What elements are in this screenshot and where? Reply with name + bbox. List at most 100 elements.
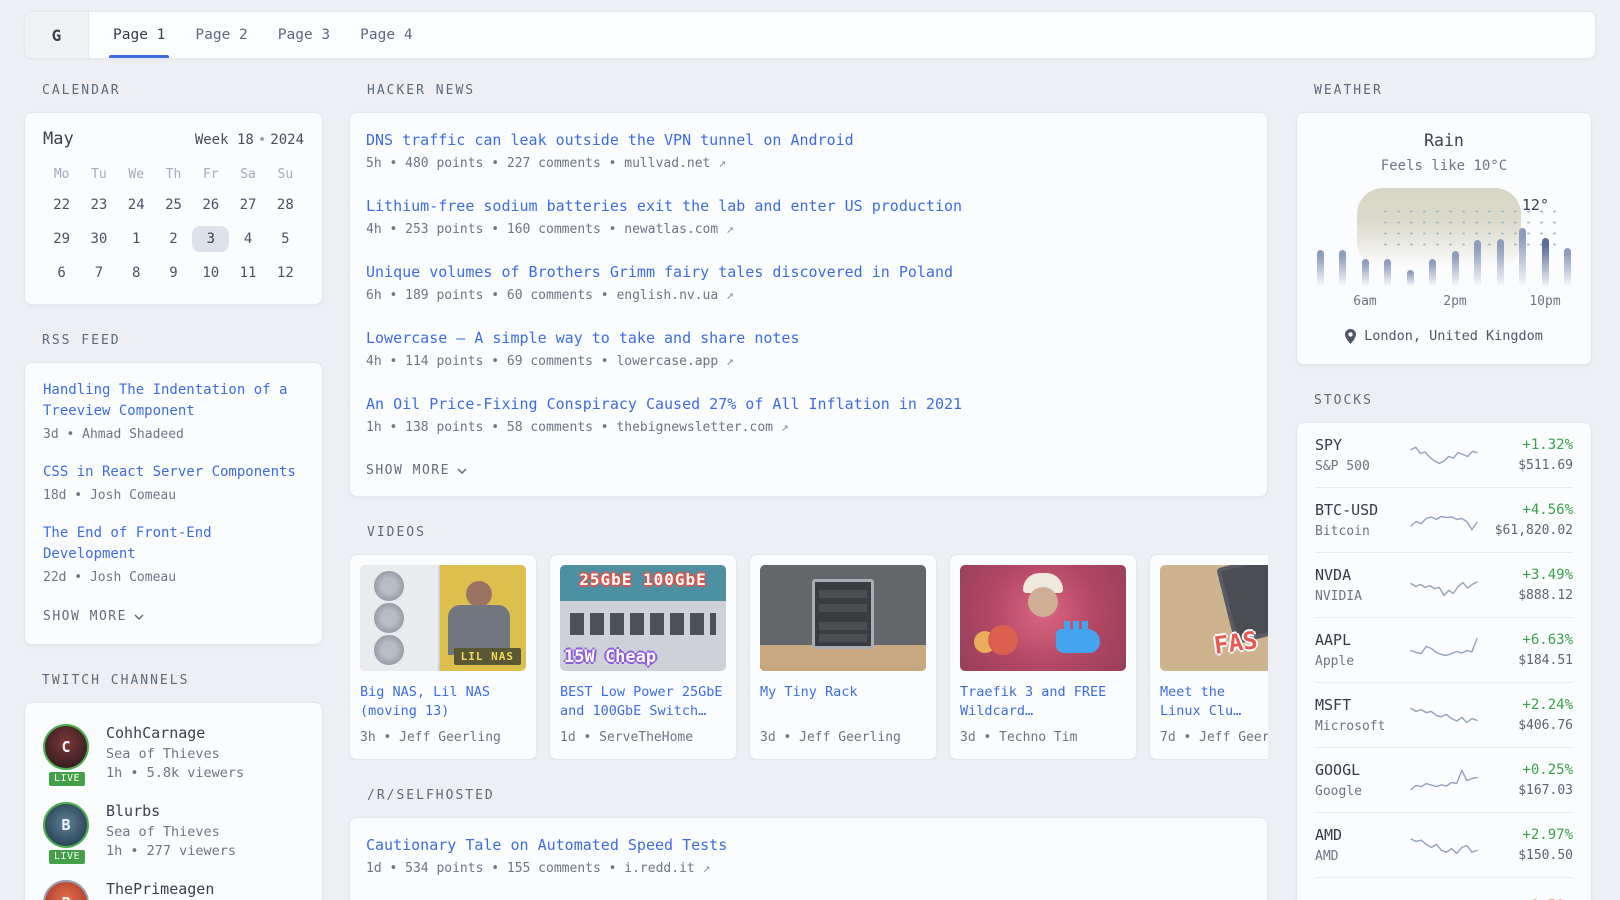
video-card[interactable]: FAS Meet the Linux Clu… 7d • Jeff Geerli… — [1149, 554, 1268, 760]
calendar-day: 26 — [192, 192, 229, 218]
video-title-link[interactable]: My Tiny Rack — [760, 683, 926, 721]
external-link-icon[interactable]: ↗ — [781, 420, 789, 435]
rss-item-meta: 18d • Josh Comeau — [43, 488, 304, 503]
docker-whale-graphic — [1056, 629, 1100, 653]
external-link-icon[interactable]: ↗ — [718, 156, 726, 171]
video-title-link[interactable]: Traefik 3 and FREE Wildcard… — [960, 683, 1126, 721]
twitch-channel-row[interactable]: C LIVE CohhCarnage Sea of Thieves 1h • 5… — [43, 724, 304, 781]
stock-name: NVIDIA — [1315, 589, 1407, 604]
tab-page-1[interactable]: Page 1 — [103, 12, 175, 58]
external-link-icon[interactable]: ↗ — [726, 222, 734, 237]
video-thumbnail[interactable]: LIL NAS — [360, 565, 526, 671]
pc-case-graphic — [360, 565, 440, 671]
channel-name[interactable]: CohhCarnage — [106, 724, 244, 742]
stock-row[interactable]: SPY S&P 500 +1.32% $511.69 — [1315, 423, 1573, 487]
hacker-news-widget: DNS traffic can leak outside the VPN tun… — [349, 112, 1268, 497]
stock-row[interactable]: MSFT Microsoft +2.24% $406.76 — [1315, 682, 1573, 747]
rss-item-link[interactable]: CSS in React Server Components — [43, 462, 304, 483]
channel-category: Sea of Thieves — [106, 746, 244, 762]
reddit-item-link[interactable]: Cautionary Tale on Automated Speed Tests — [366, 834, 1251, 856]
stock-name: AMD — [1315, 849, 1407, 864]
stock-row[interactable]: GOOGL Google +0.25% $167.03 — [1315, 747, 1573, 812]
calendar-day: 6 — [43, 260, 80, 286]
stock-change: +0.25% — [1481, 762, 1573, 778]
stock-row[interactable]: AAPL Apple +6.63% $184.51 — [1315, 617, 1573, 682]
hn-item-link[interactable]: Unique volumes of Brothers Grimm fairy t… — [366, 261, 1251, 283]
thumbnail-caption: 25GbE 100GbE — [560, 570, 726, 589]
calendar-day: 7 — [80, 260, 117, 286]
tab-page-4[interactable]: Page 4 — [350, 12, 422, 58]
right-column: WEATHER Rain Feels like 10°C 12° 6am 2pm… — [1296, 83, 1592, 900]
tab-page-3[interactable]: Page 3 — [268, 12, 340, 58]
weather-section: WEATHER Rain Feels like 10°C 12° 6am 2pm… — [1296, 83, 1592, 365]
calendar-month: May — [43, 129, 74, 149]
external-link-icon[interactable]: ↗ — [703, 861, 711, 876]
hn-item-link[interactable]: DNS traffic can leak outside the VPN tun… — [366, 129, 1251, 151]
calendar-week-year: Week 18•2024 — [195, 132, 304, 148]
tab-page-2[interactable]: Page 2 — [185, 12, 257, 58]
twitch-channel-row[interactable]: B LIVE Blurbs Sea of Thieves 1h • 277 vi… — [43, 802, 304, 859]
temperature-bar — [1317, 250, 1324, 286]
stock-price: $888.12 — [1481, 588, 1573, 603]
calendar-day: 11 — [229, 260, 266, 286]
calendar-day: 22 — [43, 192, 80, 218]
time-axis: 6am 2pm 10pm — [1317, 294, 1571, 310]
reddit-item: Cautionary Tale on Automated Speed Tests… — [366, 834, 1251, 876]
stock-change: +2.24% — [1481, 697, 1573, 713]
temperature-bar — [1362, 259, 1369, 286]
temperature-bar — [1452, 251, 1459, 286]
weekday-label: We — [118, 165, 155, 184]
stock-name: Bitcoin — [1315, 524, 1407, 539]
hn-show-more-button[interactable]: SHOW MORE — [366, 463, 467, 478]
video-title-link[interactable]: BEST Low Power 25GbE and 100GbE Switch… — [560, 683, 726, 721]
stock-price: $406.76 — [1481, 718, 1573, 733]
rss-item-link[interactable]: The End of Front-End Development — [43, 523, 304, 565]
video-card[interactable]: LIL NAS Big NAS, Lil NAS (moving 13) 3h … — [349, 554, 537, 760]
calendar-day: 28 — [267, 192, 304, 218]
channel-name[interactable]: ThePrimeagen — [106, 880, 214, 898]
channel-name[interactable]: Blurbs — [106, 802, 236, 820]
video-thumbnail[interactable]: 25GbE 100GbE 15W Cheap — [560, 565, 726, 671]
stock-row[interactable]: RDDT -1.59% — [1315, 877, 1573, 900]
hn-item-link[interactable]: Lowercase – A simple way to take and sha… — [366, 327, 1251, 349]
stock-row[interactable]: NVDA NVIDIA +3.49% $888.12 — [1315, 552, 1573, 617]
middle-column: HACKER NEWS DNS traffic can leak outside… — [349, 83, 1268, 900]
stock-sparkline — [1407, 633, 1481, 667]
rss-show-more-button[interactable]: SHOW MORE — [43, 609, 144, 624]
calendar-day: 5 — [267, 226, 304, 252]
video-title-link[interactable]: Big NAS, Lil NAS (moving 13) — [360, 683, 526, 721]
hn-item-link[interactable]: An Oil Price-Fixing Conspiracy Caused 27… — [366, 393, 1251, 415]
stock-row[interactable]: AMD AMD +2.97% $150.50 — [1315, 812, 1573, 877]
switch-ports-graphic — [570, 613, 716, 635]
external-link-icon[interactable]: ↗ — [726, 354, 734, 369]
calendar-day: 1 — [118, 226, 155, 252]
calendar-grid: Mo Tu We Th Fr Sa Su 22 23 24 25 26 27 2… — [43, 165, 304, 286]
video-card[interactable]: My Tiny Rack 3d • Jeff Geerling — [749, 554, 937, 760]
app-logo[interactable]: G — [25, 12, 89, 58]
channel-viewers: 1h • 277 viewers — [106, 843, 236, 859]
channel-category: Sea of Thieves — [106, 824, 236, 840]
stock-price: $150.50 — [1481, 848, 1573, 863]
video-thumbnail[interactable] — [960, 565, 1126, 671]
circuit-board-graphic — [1216, 565, 1268, 644]
stock-name: Google — [1315, 784, 1407, 799]
video-thumbnail[interactable]: FAS — [1160, 565, 1268, 671]
temperature-bar — [1542, 238, 1549, 286]
hn-item-link[interactable]: Lithium-free sodium batteries exit the l… — [366, 195, 1251, 217]
rss-section: RSS FEED Handling The Indentation of a T… — [24, 333, 323, 645]
rss-widget: Handling The Indentation of a Treeview C… — [24, 362, 323, 645]
stock-name: Apple — [1315, 654, 1407, 669]
stock-sparkline — [1407, 763, 1481, 797]
video-thumbnail[interactable] — [760, 565, 926, 671]
video-card[interactable]: Traefik 3 and FREE Wildcard… 3d • Techno… — [949, 554, 1137, 760]
time-label: 6am — [1353, 294, 1376, 309]
video-card[interactable]: 25GbE 100GbE 15W Cheap BEST Low Power 25… — [549, 554, 737, 760]
rss-item-link[interactable]: Handling The Indentation of a Treeview C… — [43, 380, 304, 422]
stock-sparkline — [1407, 503, 1481, 537]
stock-name: Microsoft — [1315, 719, 1407, 734]
channel-viewers: 1h • 5.8k viewers — [106, 765, 244, 781]
twitch-channel-row[interactable]: P ThePrimeagen — [43, 880, 304, 900]
stock-row[interactable]: BTC-USD Bitcoin +4.56% $61,820.02 — [1315, 487, 1573, 552]
external-link-icon[interactable]: ↗ — [726, 288, 734, 303]
video-title-link[interactable]: Meet the Linux Clu… — [1160, 683, 1268, 721]
